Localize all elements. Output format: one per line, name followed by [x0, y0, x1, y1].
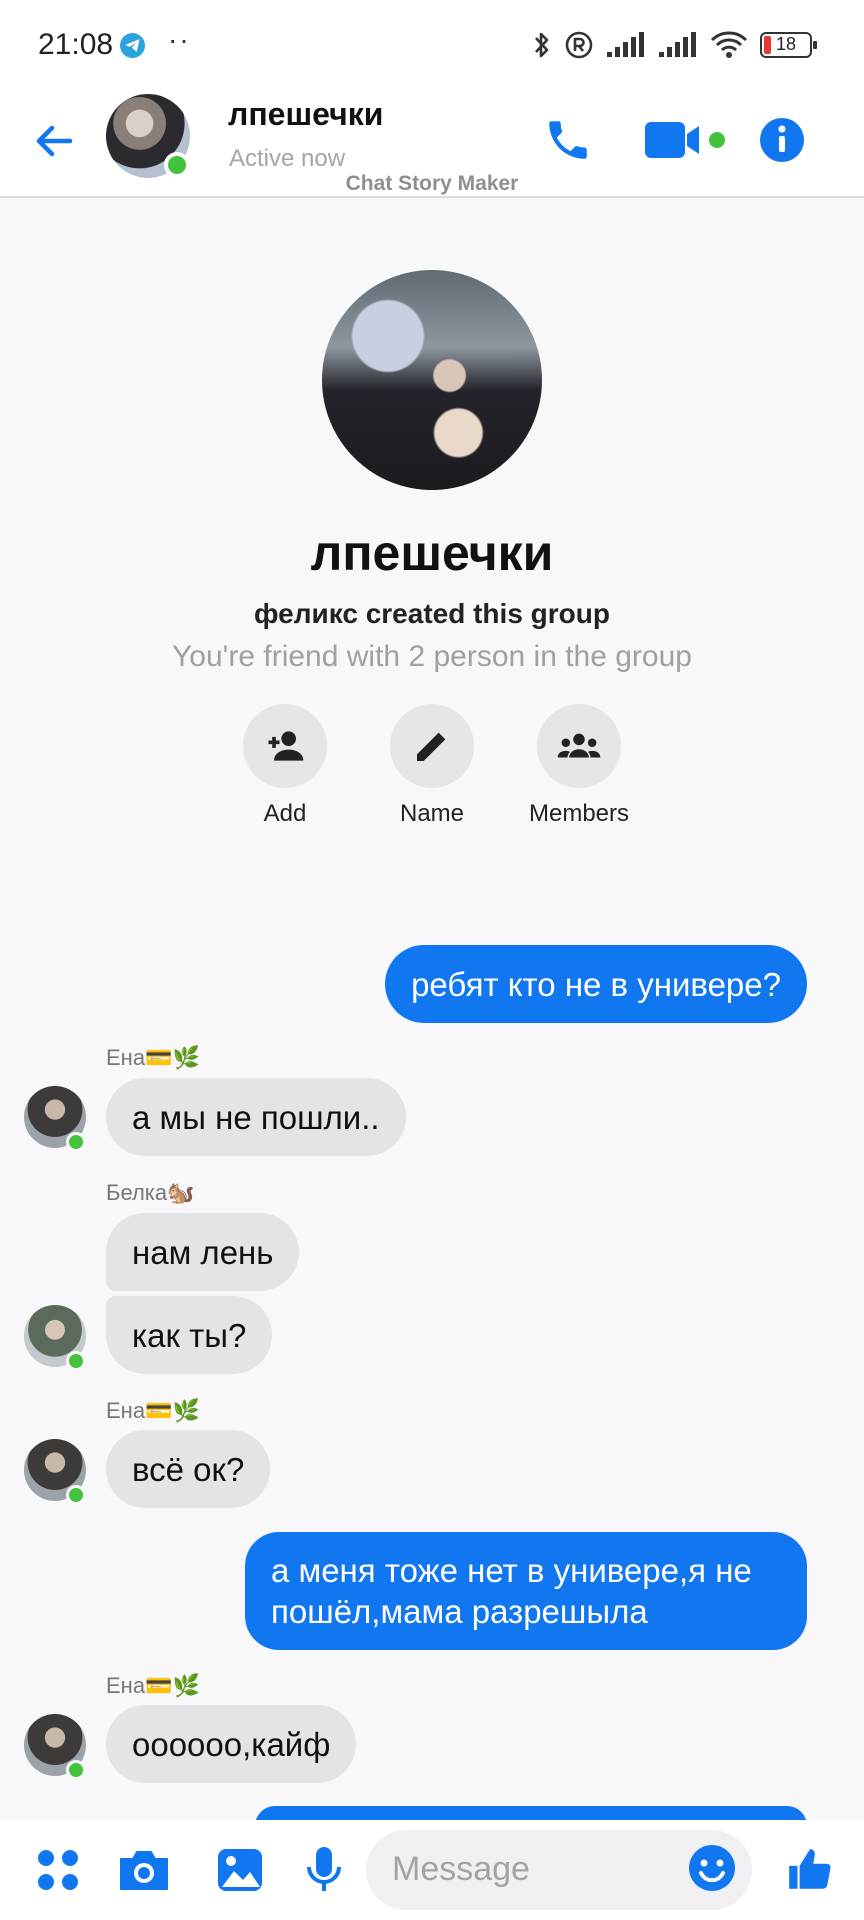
- like-button[interactable]: [782, 1842, 838, 1898]
- message-bubble-outgoing[interactable]: а меня тоже нет в универе,я не пошёл,мам…: [245, 1532, 807, 1650]
- members-button[interactable]: [537, 704, 621, 788]
- online-indicator: [66, 1132, 86, 1152]
- members-label: Members: [528, 800, 630, 827]
- message-bubble-incoming[interactable]: оооооо,кайф: [106, 1705, 357, 1783]
- camera-icon: [120, 1851, 168, 1890]
- group-friends-text: You're friend with 2 person in the group: [172, 640, 692, 673]
- pencil-icon: [417, 732, 446, 761]
- name-label: Name: [399, 800, 465, 827]
- sender-name: Ена💳🌿: [106, 1398, 200, 1423]
- group-created-text: феликс created this group: [254, 598, 610, 629]
- gallery-button[interactable]: [212, 1842, 268, 1898]
- group-photo[interactable]: [322, 270, 542, 490]
- add-person-icon: [268, 731, 304, 761]
- add-button[interactable]: [243, 704, 327, 788]
- voice-button[interactable]: [296, 1842, 352, 1898]
- composer-bar: Message: [0, 1820, 864, 1920]
- online-indicator: [66, 1760, 86, 1780]
- sender-name: Ена💳🌿: [106, 1673, 200, 1698]
- sender-name: Белка🐿️: [106, 1180, 195, 1205]
- message-bubble-outgoing[interactable]: ребят кто не в универе?: [385, 945, 807, 1023]
- add-label: Add: [263, 800, 307, 827]
- camera-button[interactable]: [116, 1842, 172, 1898]
- add-member-action[interactable]: Add: [210, 704, 360, 828]
- members-action[interactable]: Members: [504, 704, 654, 828]
- message-bubble-incoming[interactable]: нам лень: [106, 1213, 300, 1291]
- apps-button[interactable]: [30, 1842, 86, 1898]
- rename-action[interactable]: Name: [357, 704, 507, 828]
- message-bubble-incoming[interactable]: а мы не пошли..: [106, 1078, 406, 1156]
- message-bubble-outgoing-partial[interactable]: [255, 1806, 807, 1820]
- conversation[interactable]: лпешечки феликс created this group You'r…: [0, 0, 864, 1820]
- apps-icon: [38, 1850, 78, 1890]
- name-button[interactable]: [390, 704, 474, 788]
- message-input[interactable]: Message: [366, 1830, 752, 1910]
- mic-icon: [307, 1847, 341, 1891]
- online-indicator: [66, 1351, 86, 1371]
- message-placeholder: Message: [392, 1850, 530, 1888]
- group-icon: [557, 733, 601, 758]
- emoji-icon: [689, 1845, 735, 1891]
- image-icon: [218, 1849, 262, 1891]
- online-indicator: [66, 1485, 86, 1505]
- group-name: лпешечки: [310, 525, 554, 581]
- sender-name: Ена💳🌿: [106, 1045, 200, 1070]
- message-bubble-incoming[interactable]: как ты?: [106, 1296, 273, 1374]
- emoji-button[interactable]: [686, 1842, 742, 1898]
- thumbs-up-icon: [789, 1849, 831, 1889]
- message-bubble-incoming[interactable]: всё ок?: [106, 1430, 271, 1508]
